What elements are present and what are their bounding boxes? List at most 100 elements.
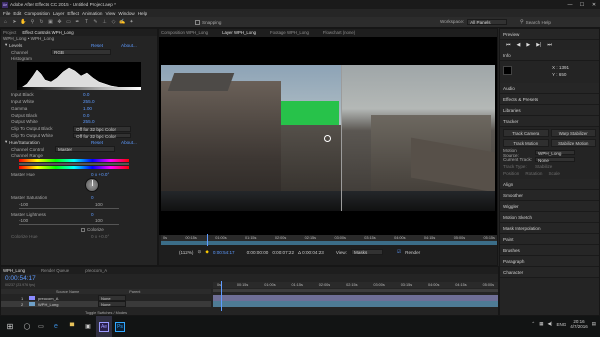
hue-sat-about-link[interactable]: About... <box>121 140 137 145</box>
type-tool-icon[interactable]: T <box>83 19 90 26</box>
tab-flowchart[interactable]: Flowchart (none) <box>323 30 355 35</box>
tab-preocom-a[interactable]: preocom_A <box>85 268 107 273</box>
cortana-search-icon[interactable]: ◯ <box>20 316 34 337</box>
libraries-header[interactable]: Libraries <box>500 105 599 116</box>
snapping-checkbox[interactable] <box>195 19 200 25</box>
master-lightness-row[interactable]: Master Lightness 0 <box>1 211 157 218</box>
menu-effect[interactable]: Effect <box>67 11 79 16</box>
menu-view[interactable]: View <box>105 11 115 16</box>
maximize-button[interactable]: ☐ <box>576 2 588 8</box>
close-button[interactable]: ✕ <box>588 2 600 8</box>
work-area-bar[interactable] <box>213 289 498 292</box>
input-white-row[interactable]: Input White 255.0 <box>1 98 157 105</box>
notification-chevron-icon[interactable]: ⌃ <box>531 321 535 327</box>
clip-black-dropdown[interactable]: Off for 32 bpc Color <box>73 126 131 132</box>
rectangle-tool-icon[interactable]: ▭ <box>65 19 72 26</box>
footage-frame[interactable] <box>161 65 495 211</box>
rotate-tool-icon[interactable]: ↻ <box>38 19 45 26</box>
layer-2-bar[interactable] <box>213 301 498 307</box>
tab-effect-controls[interactable]: Effect Controls WPH_Long <box>22 30 73 35</box>
menu-help[interactable]: Help <box>138 11 147 16</box>
brush-tool-icon[interactable]: ✎ <box>92 19 99 26</box>
windows-start-icon[interactable]: ⊞ <box>0 316 20 337</box>
paint-header[interactable]: Paint <box>500 234 599 245</box>
start-time[interactable]: 0:00:00:00 <box>247 250 269 255</box>
layer-row-2[interactable]: 2 WPH_Long None <box>1 301 211 307</box>
master-hue-value[interactable]: 0 x +0.0° <box>91 172 109 177</box>
current-track-dropdown[interactable]: None <box>535 156 575 163</box>
layer-1-parent[interactable]: None <box>98 295 126 301</box>
prev-frame-icon[interactable]: ◀ <box>517 42 521 48</box>
file-explorer-icon[interactable]: ▀ <box>64 316 80 337</box>
hand-tool-icon[interactable]: ✋ <box>20 19 27 26</box>
first-frame-icon[interactable]: ⏮ <box>506 42 511 48</box>
paragraph-header[interactable]: Paragraph <box>500 256 599 267</box>
menu-animation[interactable]: Animation <box>82 11 102 16</box>
master-hue-row[interactable]: Master Hue 0 x +0.0° <box>1 171 157 178</box>
after-effects-taskbar-icon[interactable]: Ae <box>96 316 112 337</box>
snapshot-icon[interactable]: ⊙ <box>197 249 201 255</box>
master-saturation-value[interactable]: 0 <box>91 195 94 200</box>
effects-presets-header[interactable]: Effects & Presets <box>500 94 599 105</box>
timeline-playhead[interactable] <box>221 281 222 311</box>
play-icon[interactable]: ▶ <box>526 42 530 48</box>
clock[interactable]: 20:16 4/7/2016 <box>570 319 588 329</box>
layer-1-color-label[interactable] <box>29 296 35 300</box>
split-line[interactable] <box>341 65 342 211</box>
wiggler-header[interactable]: Wiggler <box>500 201 599 212</box>
tab-composition[interactable]: Composition WPH_Long <box>161 30 208 35</box>
timeline-timecode[interactable]: 0:00:54:17 <box>5 275 36 282</box>
input-black-value[interactable]: 0.0 <box>83 92 89 97</box>
smoother-header[interactable]: Smoother <box>500 190 599 201</box>
zoom-dropdown[interactable]: (112%) <box>179 250 193 255</box>
tab-project[interactable]: Project <box>3 30 16 35</box>
minimize-button[interactable]: — <box>564 2 576 8</box>
hue-sat-reset-link[interactable]: Reset <box>91 140 121 145</box>
menu-composition[interactable]: Composition <box>24 11 50 16</box>
workspace-dropdown[interactable]: All Panels <box>467 19 508 25</box>
camera-tool-icon[interactable]: ▣ <box>47 19 54 26</box>
levels-about-link[interactable]: About... <box>121 43 137 48</box>
menu-edit[interactable]: Edit <box>13 11 21 16</box>
input-white-value[interactable]: 255.0 <box>83 99 95 104</box>
gamma-row[interactable]: Gamma 1.00 <box>1 105 157 112</box>
tab-render-queue[interactable]: Render Queue <box>41 268 69 273</box>
task-view-icon[interactable]: ▭ <box>34 316 48 337</box>
pan-behind-tool-icon[interactable]: ✥ <box>56 19 63 26</box>
clone-stamp-tool-icon[interactable]: ⊥ <box>101 19 108 26</box>
end-time[interactable]: 0:00:07:22 <box>272 250 294 255</box>
input-black-row[interactable]: Input Black 0.0 <box>1 91 157 98</box>
track-camera-button[interactable]: Track Camera <box>503 129 549 137</box>
volume-icon[interactable]: ◀) <box>547 321 552 327</box>
current-time[interactable]: 0:00:54:17 <box>213 250 235 255</box>
output-black-row[interactable]: Output Black 0.0 <box>1 112 157 119</box>
edge-browser-icon[interactable]: e <box>48 316 64 337</box>
saturation-slider[interactable] <box>19 207 119 209</box>
last-frame-icon[interactable]: ⏭ <box>547 42 552 48</box>
selection-tool-icon[interactable]: ➤ <box>11 19 18 26</box>
language-indicator[interactable]: ENG <box>556 322 566 327</box>
levels-effect-header[interactable]: ▾ Levels Reset About... <box>1 42 157 49</box>
timeline-ruler[interactable]: 0s 00:15s 01:00s 01:15s 02:00s 02:15s 03:00s 03… <box>213 282 498 288</box>
layer-2-parent[interactable]: None <box>98 301 126 307</box>
master-hue-dial[interactable] <box>85 178 99 193</box>
lightness-slider[interactable] <box>19 224 119 226</box>
channel-control-dropdown[interactable]: Master <box>55 146 115 152</box>
roto-brush-tool-icon[interactable]: ✍ <box>119 19 126 26</box>
layer-1-name[interactable]: preocom_A <box>38 296 98 301</box>
preview-panel-header[interactable]: Preview <box>500 29 599 40</box>
clip-white-dropdown[interactable]: Off for 32 bpc Color <box>73 132 131 139</box>
viewer-area[interactable] <box>159 37 497 235</box>
tab-timeline-wph-long[interactable]: WPH_Long <box>3 268 25 273</box>
menu-file[interactable]: File <box>3 11 10 16</box>
viewer-work-area[interactable] <box>161 241 497 245</box>
hue-sat-effect-header[interactable]: ▾ Hue/Saturation Reset About... <box>1 139 157 146</box>
network-icon[interactable]: ▦ <box>539 321 543 327</box>
stabilize-motion-button[interactable]: Stabilize Motion <box>550 139 596 147</box>
gamma-value[interactable]: 1.00 <box>83 106 92 111</box>
track-motion-button[interactable]: Track Motion <box>503 139 549 147</box>
eraser-tool-icon[interactable]: ◇ <box>110 19 117 26</box>
menu-layer[interactable]: Layer <box>53 11 65 16</box>
pen-tool-icon[interactable]: ✒ <box>74 19 81 26</box>
audio-panel-header[interactable]: Audio <box>500 83 599 94</box>
